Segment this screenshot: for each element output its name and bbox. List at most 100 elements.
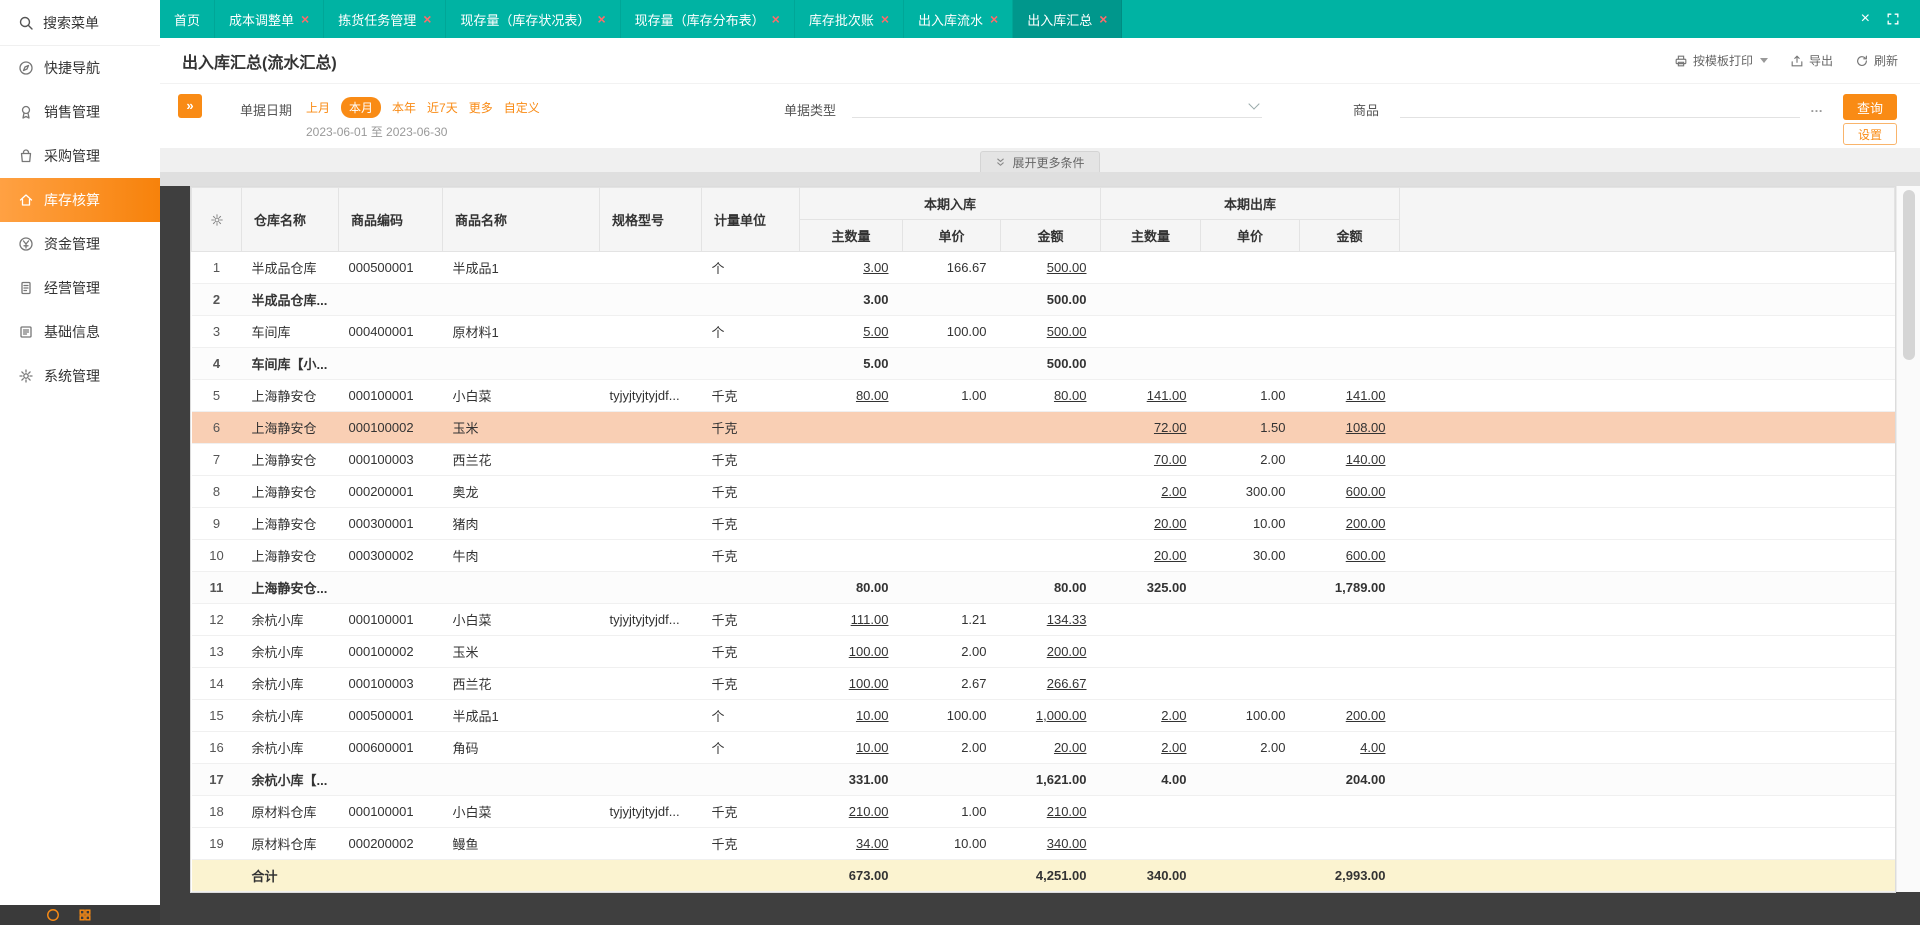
- sidebar-item-funds[interactable]: 资金管理: [0, 222, 160, 266]
- table-row[interactable]: 1 半成品仓库 000500001 半成品1 个 3.00 166.67 500.00: [191, 251, 1895, 284]
- refresh-button[interactable]: 刷新: [1855, 52, 1898, 69]
- table-row[interactable]: 3 车间库 000400001 原材料1 个 5.00 100.00 500.00: [191, 315, 1895, 348]
- tab-stock-status[interactable]: 现存量（库存状况表） ×: [446, 0, 621, 38]
- sub-column-header[interactable]: 主数量: [1100, 219, 1201, 252]
- table-row[interactable]: 19 原材料仓库 000200002 鳗鱼 千克 34.00 10.00 340.00: [191, 827, 1895, 860]
- sidebar-item-inventory[interactable]: 库存核算: [0, 178, 160, 222]
- expand-more-button[interactable]: 展开更多条件: [980, 151, 1100, 172]
- drilldown-link[interactable]: 210.00: [849, 804, 889, 819]
- drilldown-link[interactable]: 80.00: [856, 388, 889, 403]
- tab-picking-task[interactable]: 拣货任务管理 ×: [324, 0, 447, 38]
- drilldown-link[interactable]: 500.00: [1047, 324, 1087, 339]
- drilldown-link[interactable]: 2.00: [1161, 740, 1186, 755]
- drilldown-link[interactable]: 20.00: [1154, 548, 1187, 563]
- subtotal-row[interactable]: 4 车间库【小... 5.00 500.00: [191, 347, 1895, 380]
- table-row[interactable]: 14 余杭小库 000100003 西兰花 千克 100.00 2.67 266.67: [191, 667, 1895, 700]
- date-option-last-month[interactable]: 上月: [306, 99, 330, 116]
- close-all-tabs-icon[interactable]: ×: [1861, 11, 1870, 27]
- drilldown-link[interactable]: 266.67: [1047, 676, 1087, 691]
- tab-close-icon[interactable]: ×: [423, 12, 431, 26]
- drilldown-link[interactable]: 70.00: [1154, 452, 1187, 467]
- sidebar-item-sales[interactable]: 销售管理: [0, 90, 160, 134]
- sub-column-header[interactable]: 单价: [1200, 219, 1300, 252]
- tab-in-out-flow[interactable]: 出入库流水 ×: [904, 0, 1014, 38]
- column-header[interactable]: 商品名称: [442, 187, 600, 252]
- drilldown-link[interactable]: 200.00: [1346, 516, 1386, 531]
- drilldown-link[interactable]: 80.00: [1054, 388, 1087, 403]
- tab-close-icon[interactable]: ×: [1099, 12, 1107, 26]
- drilldown-link[interactable]: 100.00: [849, 676, 889, 691]
- drilldown-link[interactable]: 500.00: [1047, 260, 1087, 275]
- footer-grid-icon[interactable]: [78, 908, 92, 922]
- drilldown-link[interactable]: 340.00: [1047, 836, 1087, 851]
- drilldown-link[interactable]: 600.00: [1346, 548, 1386, 563]
- table-row[interactable]: 16 余杭小库 000600001 角码个 10.00 2.00 20.00 2.00 2.00…: [191, 731, 1895, 764]
- date-option-this-year[interactable]: 本年: [392, 99, 416, 116]
- print-template-button[interactable]: 按模板打印: [1674, 52, 1768, 69]
- drilldown-link[interactable]: 20.00: [1154, 516, 1187, 531]
- drilldown-link[interactable]: 140.00: [1346, 452, 1386, 467]
- drilldown-link[interactable]: 200.00: [1047, 644, 1087, 659]
- drilldown-link[interactable]: 210.00: [1047, 804, 1087, 819]
- tab-stock-distribution[interactable]: 现存量（库存分布表） ×: [621, 0, 795, 38]
- settings-button[interactable]: 设置: [1843, 123, 1897, 145]
- sidebar-search[interactable]: 搜索菜单: [0, 0, 160, 46]
- drilldown-link[interactable]: 200.00: [1346, 708, 1386, 723]
- date-option-more[interactable]: 更多: [469, 99, 493, 116]
- drilldown-link[interactable]: 100.00: [849, 644, 889, 659]
- sidebar-item-purchase[interactable]: 采购管理: [0, 134, 160, 178]
- product-input[interactable]: [1400, 92, 1800, 118]
- table-row[interactable]: 10 上海静安仓 000300002 牛肉 千克 20.00 30.00 600.00: [191, 539, 1895, 572]
- sidebar-item-operations[interactable]: 经营管理: [0, 266, 160, 310]
- tab-cost-adjust[interactable]: 成本调整单 ×: [215, 0, 325, 38]
- column-header[interactable]: 商品编码: [338, 187, 443, 252]
- subtotal-row[interactable]: 17 余杭小库【... 331.00 1,621.00 4.00 204.00: [191, 763, 1895, 796]
- sub-column-header[interactable]: 金额: [1299, 219, 1400, 252]
- table-row[interactable]: 6 上海静安仓 000100002 玉米 千克 72.00 1.50 108.00: [191, 411, 1895, 444]
- column-header[interactable]: 仓库名称: [241, 187, 339, 252]
- footer-app-icon[interactable]: [46, 908, 60, 922]
- drilldown-link[interactable]: 20.00: [1054, 740, 1087, 755]
- tab-home[interactable]: 首页: [160, 0, 216, 38]
- date-option-this-month[interactable]: 本月: [341, 97, 382, 118]
- query-button[interactable]: 查询: [1843, 94, 1897, 120]
- drilldown-link[interactable]: 111.00: [851, 612, 889, 627]
- date-option-custom[interactable]: 自定义: [504, 99, 540, 116]
- drilldown-link[interactable]: 2.00: [1161, 484, 1186, 499]
- export-button[interactable]: 导出: [1790, 52, 1833, 69]
- sub-column-header[interactable]: 单价: [902, 219, 1001, 252]
- drilldown-link[interactable]: 5.00: [863, 324, 888, 339]
- table-row[interactable]: 13 余杭小库 000100002 玉米 千克 100.00 2.00 200.00: [191, 635, 1895, 668]
- drilldown-link[interactable]: 141.00: [1346, 388, 1386, 403]
- scrollbar-thumb[interactable]: [1902, 190, 1915, 360]
- ellipsis-picker-icon[interactable]: …: [1810, 100, 1824, 115]
- drilldown-link[interactable]: 10.00: [856, 708, 889, 723]
- tab-close-icon[interactable]: ×: [881, 12, 889, 26]
- table-row[interactable]: 15 余杭小库 000500001 半成品1 个 10.00 100.00 1,000.00 2…: [191, 699, 1895, 732]
- drilldown-link[interactable]: 141.00: [1147, 388, 1187, 403]
- table-row[interactable]: 7 上海静安仓 000100003 西兰花 千克 70.00 2.00 140.00: [191, 443, 1895, 476]
- drilldown-link[interactable]: 600.00: [1346, 484, 1386, 499]
- sub-column-header[interactable]: 金额: [1000, 219, 1101, 252]
- drilldown-link[interactable]: 3.00: [863, 260, 888, 275]
- drilldown-link[interactable]: 108.00: [1346, 420, 1386, 435]
- table-row[interactable]: 8 上海静安仓 000200001 奥龙 千克 2.00 300.00 600.00: [191, 475, 1895, 508]
- gear-icon[interactable]: [210, 213, 224, 227]
- table-row[interactable]: 12 余杭小库 000100001 小白菜 tyjyjtyjtyjdf... 千克 111.…: [191, 603, 1895, 636]
- drilldown-link[interactable]: 34.00: [856, 836, 889, 851]
- column-header[interactable]: 计量单位: [701, 187, 800, 252]
- date-option-last-7-days[interactable]: 近7天: [427, 99, 458, 116]
- drilldown-link[interactable]: 4.00: [1360, 740, 1385, 755]
- table-row[interactable]: 5 上海静安仓 000100001 小白菜 tyjyjtyjtyjdf... 千克 80.0…: [191, 379, 1895, 412]
- sidebar-item-system[interactable]: 系统管理: [0, 354, 160, 398]
- sub-column-header[interactable]: 主数量: [799, 219, 903, 252]
- drilldown-link[interactable]: 2.00: [1161, 708, 1186, 723]
- fullscreen-icon[interactable]: [1886, 12, 1900, 26]
- column-header[interactable]: 规格型号: [599, 187, 702, 252]
- sidebar-item-quick-nav[interactable]: 快捷导航: [0, 46, 160, 90]
- tab-close-icon[interactable]: ×: [990, 12, 998, 26]
- drilldown-link[interactable]: 72.00: [1154, 420, 1187, 435]
- tab-close-icon[interactable]: ×: [301, 12, 309, 26]
- tab-close-icon[interactable]: ×: [772, 12, 780, 26]
- tab-in-out-summary[interactable]: 出入库汇总 ×: [1013, 0, 1123, 38]
